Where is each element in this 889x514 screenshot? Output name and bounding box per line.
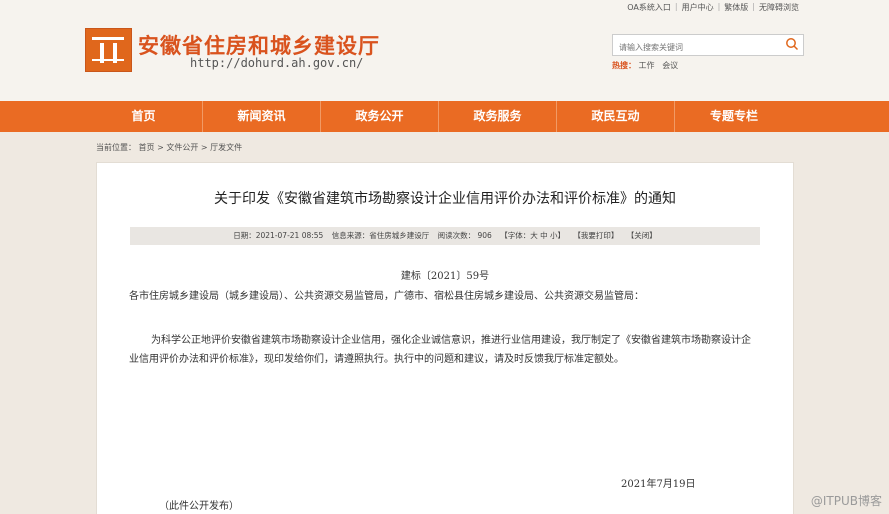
nav-item-interaction[interactable]: 政民互动 [557,101,675,132]
hot-item[interactable]: 工作 [639,61,655,70]
hot-search: 热搜： 工作 会议 [612,60,678,71]
nav-item-home[interactable]: 首页 [85,101,203,132]
user-center-link[interactable]: 用户中心 [682,2,714,13]
search-icon[interactable] [785,37,799,51]
close-link[interactable]: 【关闭】 [627,231,657,240]
breadcrumb-prefix: 当前位置： [96,143,136,152]
top-links: OA系统入口 | 用户中心 | 繁体版 | 无障碍浏览 [627,2,799,13]
meta-date: 日期：2021-07-21 08:55 [233,231,324,240]
divider: | [717,2,721,11]
site-url: http://dohurd.ah.gov.cn/ [190,56,364,70]
main-nav: 首页 新闻资讯 政务公开 政务服务 政民互动 专题专栏 [0,101,889,132]
breadcrumb-files[interactable]: 文件公开 [166,143,198,152]
breadcrumb-current[interactable]: 厅发文件 [210,143,242,152]
breadcrumb-sep: > [200,143,208,152]
article-meta: 日期：2021-07-21 08:55 信息来源：省住房城乡建设厅 阅读次数： … [130,227,760,245]
meta-source: 信息来源：省住房城乡建设厅 [331,231,430,240]
nav-item-special[interactable]: 专题专栏 [675,101,793,132]
divider: | [674,2,678,11]
watermark: @ITPUB博客 [810,494,882,508]
print-link[interactable]: 【我要打印】 [573,231,618,240]
accessibility-link[interactable]: 无障碍浏览 [759,2,799,13]
oa-link[interactable]: OA系统入口 [627,2,671,13]
document-number: 建标〔2021〕59号 [400,271,490,282]
meta-views: 阅读次数： 906 [437,231,492,240]
nav-item-gov-service[interactable]: 政务服务 [439,101,557,132]
site-header: OA系统入口 | 用户中心 | 繁体版 | 无障碍浏览 安徽省住房和城乡建设厅 … [0,0,889,101]
nav-item-gov-open[interactable]: 政务公开 [321,101,439,132]
hot-label: 热搜： [612,61,636,70]
publish-note: （此件公开发布） [159,501,239,512]
nav-item-news[interactable]: 新闻资讯 [203,101,321,132]
sign-date: 2021年7月19日 [621,479,696,490]
breadcrumb-home[interactable]: 首页 [139,143,155,152]
article-panel: 关于印发《安徽省建筑市场勘察设计企业信用评价办法和评价标准》的通知 日期：202… [96,162,794,514]
recipients: 各市住房城乡建设局（城乡建设局）、公共资源交易监管局，广德市、宿松县住房城乡建设… [129,291,644,302]
traditional-link[interactable]: 繁体版 [724,2,748,13]
font-size-control[interactable]: 【字体：大 中 小】 [500,231,565,240]
article-body: 为科学公正地评价安徽省建筑市场勘察设计企业信用，强化企业诚信意识，推进行业信用建… [129,335,751,365]
divider: | [752,2,755,11]
site-logo[interactable] [85,28,132,72]
breadcrumb-sep: > [157,143,164,152]
article-title: 关于印发《安徽省建筑市场勘察设计企业信用评价办法和评价标准》的通知 [214,191,676,207]
hot-item[interactable]: 会议 [662,61,678,70]
search-input[interactable] [613,38,775,57]
search-box [612,34,804,57]
breadcrumb: 当前位置： 首页 > 文件公开 > 厅发文件 [96,142,242,153]
